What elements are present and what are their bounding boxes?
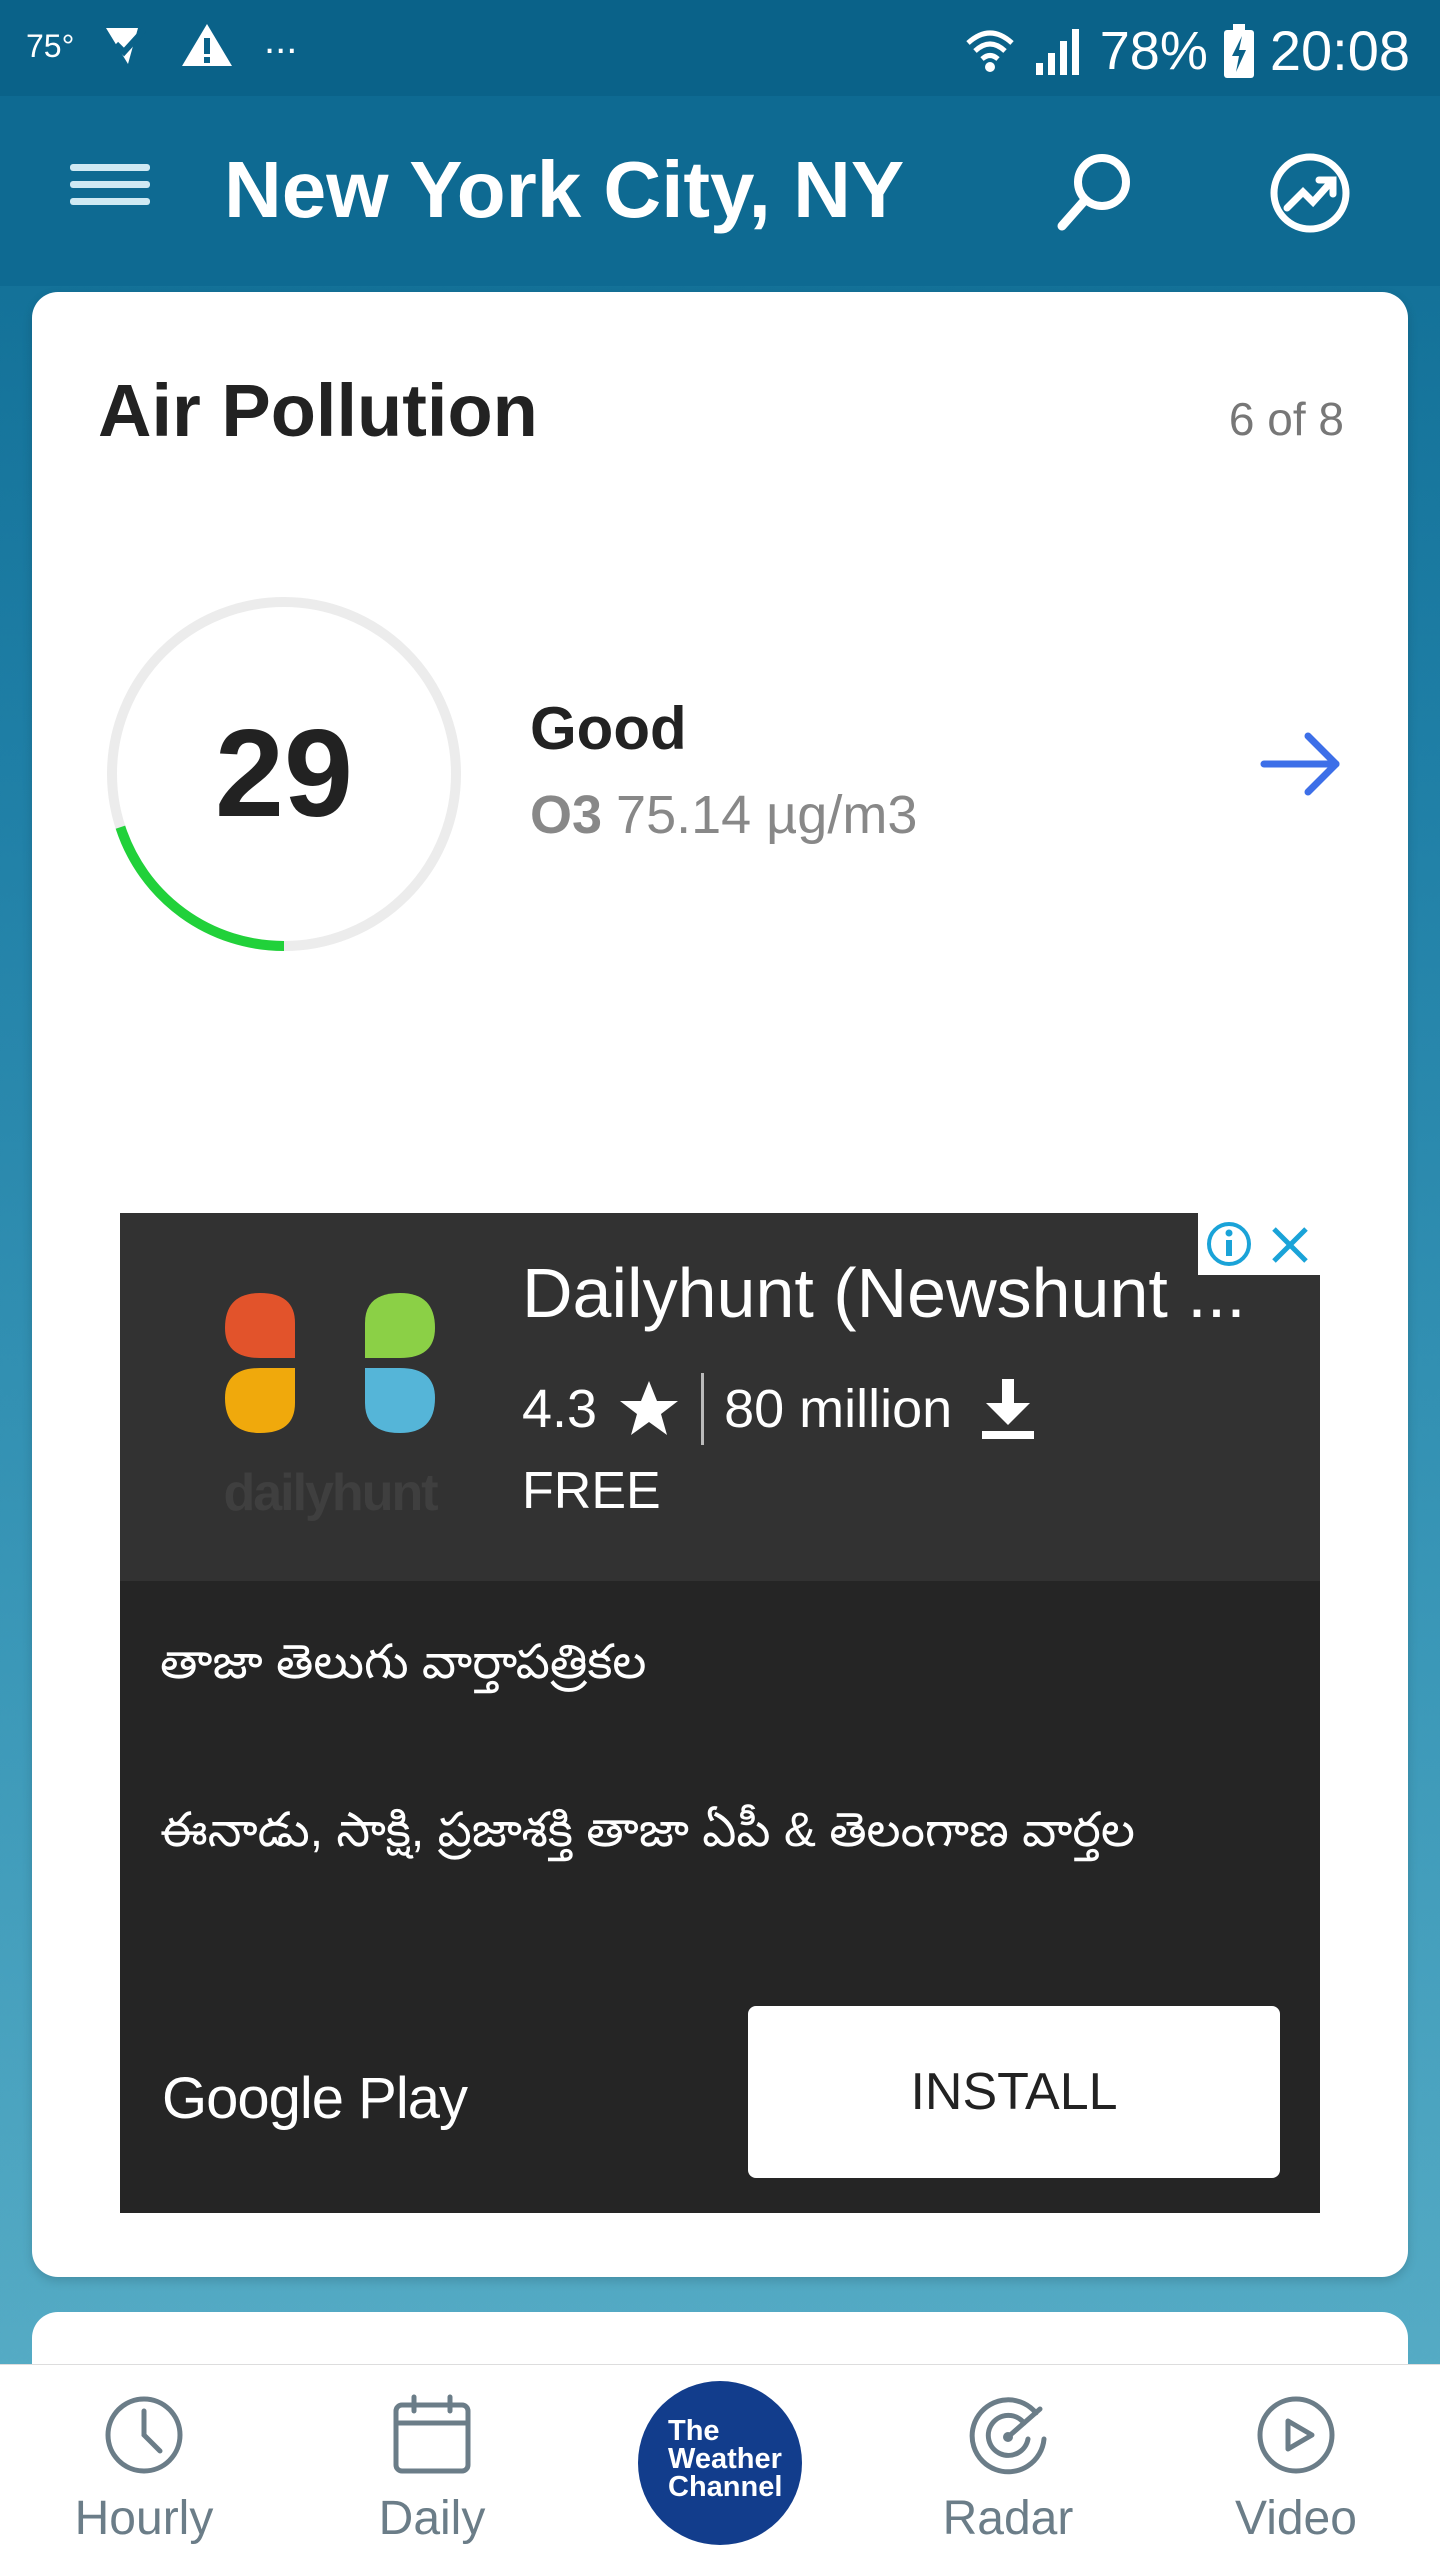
menu-button[interactable]	[70, 154, 150, 224]
signal-icon	[1035, 28, 1079, 75]
nav-daily[interactable]: Daily	[312, 2365, 552, 2561]
status-temperature: 75°	[26, 28, 75, 64]
ad-logo-text: dailyhunt	[223, 1464, 438, 1522]
clock-icon	[105, 2396, 183, 2474]
ad-downloads: 80 million	[724, 1379, 953, 1439]
arrow-right-icon[interactable]	[1256, 724, 1346, 804]
ad-rating-row: 4.3 80 million	[522, 1373, 1038, 1445]
card-title: Air Pollution	[98, 369, 538, 452]
nav-video-label: Video	[1235, 2492, 1357, 2545]
trending-icon[interactable]	[1265, 148, 1355, 238]
calendar-icon	[393, 2394, 471, 2474]
logo-line-2: Weather	[668, 2443, 782, 2475]
pollutant-concentration: 75.14 µg/m3	[616, 785, 918, 845]
nav-hourly-label: Hourly	[74, 2492, 214, 2545]
ad-header: dailyhunt Dailyhunt (Newshunt ... 4.3 80…	[120, 1213, 1320, 1581]
weather-channel-logo[interactable]: The Weather Channel	[638, 2381, 802, 2545]
ad-rating-divider	[701, 1373, 705, 1445]
ad-app-name: Dailyhunt (Newshunt ...	[522, 1254, 1246, 1332]
aqi-label: Good	[530, 695, 687, 762]
radar-icon	[969, 2397, 1047, 2475]
air-pollution-card[interactable]: Air Pollution 6 of 8 29 Good O3 75.14 µg/…	[32, 292, 1408, 2277]
location-title[interactable]: New York City, NY	[224, 144, 904, 236]
pollutant-detail: O3 75.14 µg/m3	[530, 784, 917, 846]
ad-rating: 4.3	[522, 1379, 598, 1439]
menu-icon	[70, 164, 150, 171]
status-bar: 75° ... 78% 20:08	[0, 0, 1440, 96]
install-button[interactable]: INSTALL	[748, 2006, 1280, 2178]
star-icon	[620, 1381, 679, 1435]
ad-banner[interactable]: dailyhunt Dailyhunt (Newshunt ... 4.3 80…	[120, 1213, 1320, 2213]
download-icon	[982, 1379, 1035, 1439]
aqi-value: 29	[215, 705, 353, 843]
check-notification-icon	[106, 27, 147, 64]
more-notifications: ...	[264, 17, 298, 62]
logo-line-1: The	[668, 2415, 720, 2447]
pollutant-name: O3	[530, 785, 603, 845]
close-icon[interactable]	[1260, 1213, 1320, 1275]
battery-charging-icon	[1223, 23, 1254, 78]
nav-hourly[interactable]: Hourly	[24, 2365, 264, 2561]
search-icon[interactable]	[1050, 148, 1140, 238]
ad-price: FREE	[522, 1462, 661, 1520]
nav-radar-label: Radar	[942, 2492, 1074, 2545]
bottom-nav: Hourly Daily The Weather Channel Radar V…	[0, 2364, 1440, 2561]
ad-description-2: ఈనాడు, సాక్షి, ప్రజాశక్తి తాజా ఏపీ & తెల…	[160, 1804, 1135, 1857]
logo-line-3: Channel	[668, 2471, 783, 2503]
nav-daily-label: Daily	[378, 2492, 486, 2545]
nav-radar[interactable]: Radar	[888, 2365, 1128, 2561]
battery-percent: 78%	[1099, 20, 1208, 81]
warning-icon	[182, 24, 232, 66]
nav-video[interactable]: Video	[1176, 2365, 1416, 2561]
clock: 20:08	[1269, 19, 1410, 82]
google-play-logo: Google Play	[162, 2066, 468, 2131]
wifi-icon	[966, 30, 1014, 72]
app-bar: New York City, NY	[0, 96, 1440, 286]
card-page-count: 6 of 8	[1228, 393, 1344, 445]
play-icon	[1257, 2396, 1335, 2474]
ad-description-1: తాజా తెలుగు వార్తాపత్రికల	[160, 1636, 647, 1689]
